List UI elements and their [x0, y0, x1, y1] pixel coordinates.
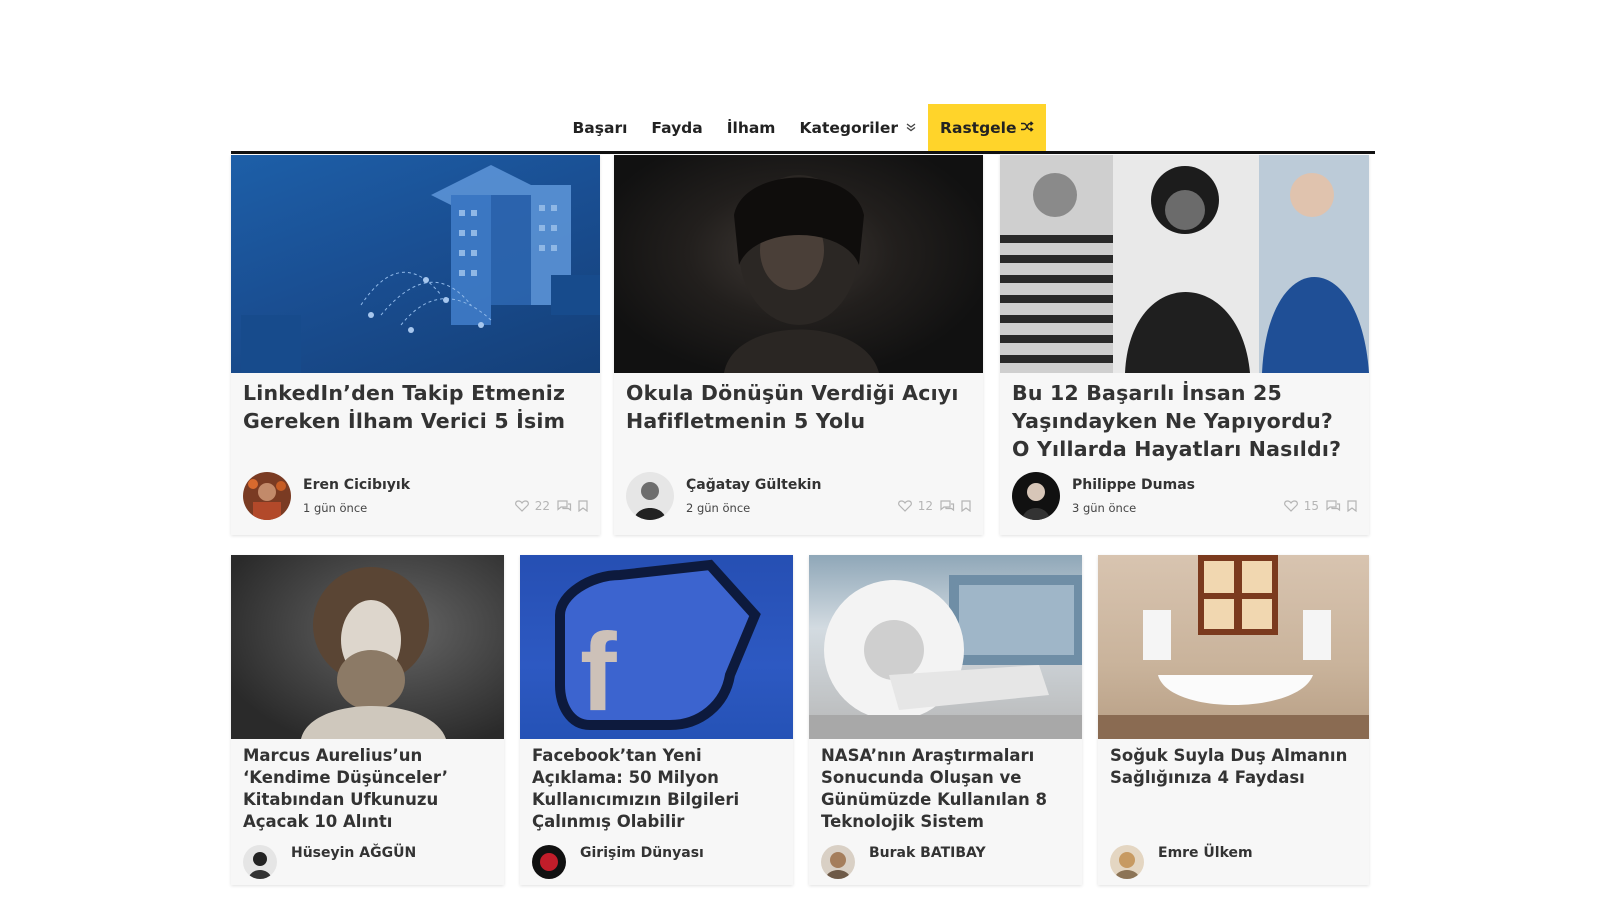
- featured-card[interactable]: Okula Dönüşün Verdiği Acıyı Hafifletmeni…: [614, 155, 983, 535]
- post-meta: 12: [897, 499, 971, 513]
- post-card[interactable]: Soğuk Suyla Duş Almanın Sağlığınıza 4 Fa…: [1098, 555, 1369, 885]
- like-count: 12: [917, 499, 933, 513]
- author-avatar[interactable]: [1110, 845, 1144, 879]
- featured-card[interactable]: LinkedIn’den Takip Etmeniz Gereken İlham…: [231, 155, 600, 535]
- post-meta: 15: [1283, 499, 1357, 513]
- post-meta: 22: [514, 499, 588, 513]
- nav-item-ilham[interactable]: İlham: [715, 104, 788, 152]
- post-date: 1 gün önce: [303, 501, 368, 515]
- comment-icon[interactable]: [1325, 500, 1341, 512]
- author-name[interactable]: Emre Ülkem: [1158, 845, 1253, 861]
- author-name[interactable]: Burak BATIBAY: [869, 845, 986, 861]
- bookmark-icon[interactable]: [578, 500, 588, 512]
- author-name[interactable]: Hüseyin AĞGÜN: [291, 845, 416, 861]
- shuffle-icon: [1020, 120, 1034, 136]
- article-title[interactable]: Okula Dönüşün Verdiği Acıyı Hafifletmeni…: [626, 379, 967, 435]
- heart-icon[interactable]: [1283, 500, 1298, 512]
- article-title[interactable]: Bu 12 Başarılı İnsan 25 Yaşındayken Ne Y…: [1012, 379, 1353, 463]
- author-name[interactable]: Eren Cicibıyık: [303, 477, 410, 493]
- heart-icon[interactable]: [514, 500, 529, 512]
- article-title[interactable]: Facebook’tan Yeni Açıklama: 50 Milyon Ku…: [532, 745, 781, 833]
- nav-item-fayda[interactable]: Fayda: [639, 104, 714, 152]
- article-image[interactable]: [809, 555, 1082, 739]
- article-image[interactable]: [1000, 155, 1369, 373]
- author-name[interactable]: Çağatay Gültekin: [686, 477, 821, 493]
- post-card[interactable]: NASA’nın Araştırmaları Sonucunda Oluşan …: [809, 555, 1082, 885]
- nav-label: Kategoriler: [799, 119, 899, 137]
- article-image[interactable]: [231, 555, 504, 739]
- author-avatar[interactable]: [821, 845, 855, 879]
- article-image[interactable]: [231, 155, 600, 373]
- bookmark-icon[interactable]: [961, 500, 971, 512]
- nav-item-basari[interactable]: Başarı: [560, 104, 639, 152]
- article-image[interactable]: [1098, 555, 1369, 739]
- nav-label: Rastgele: [940, 119, 1017, 137]
- like-count: 22: [534, 499, 550, 513]
- post-date: 2 gün önce: [686, 501, 751, 515]
- author-avatar[interactable]: [626, 472, 674, 520]
- article-image[interactable]: [614, 155, 983, 373]
- article-title[interactable]: LinkedIn’den Takip Etmeniz Gereken İlham…: [243, 379, 584, 435]
- comment-icon[interactable]: [556, 500, 572, 512]
- author-name[interactable]: Girişim Dünyası: [580, 845, 704, 861]
- featured-card[interactable]: Bu 12 Başarılı İnsan 25 Yaşındayken Ne Y…: [1000, 155, 1369, 535]
- svg-text:f: f: [580, 611, 617, 734]
- author-avatar[interactable]: [243, 472, 291, 520]
- nav-label: Başarı: [572, 119, 628, 137]
- nav-item-random[interactable]: Rastgele: [928, 104, 1046, 152]
- article-image[interactable]: f: [520, 555, 793, 739]
- nav-label: Fayda: [651, 119, 703, 137]
- heart-icon[interactable]: [897, 500, 912, 512]
- author-avatar[interactable]: [1012, 472, 1060, 520]
- main-nav: Başarı Fayda İlham Kategoriler Rastgele: [231, 104, 1375, 152]
- nav-item-kategoriler[interactable]: Kategoriler: [787, 104, 928, 152]
- author-name[interactable]: Philippe Dumas: [1072, 477, 1195, 493]
- post-card[interactable]: f Facebook’tan Yeni Açıklama: 50 Milyon …: [520, 555, 793, 885]
- article-title[interactable]: NASA’nın Araştırmaları Sonucunda Oluşan …: [821, 745, 1070, 833]
- chevron-down-icon: [906, 122, 916, 135]
- author-avatar[interactable]: [532, 845, 566, 879]
- nav-divider: [231, 151, 1375, 154]
- article-title[interactable]: Soğuk Suyla Duş Almanın Sağlığınıza 4 Fa…: [1110, 745, 1357, 789]
- nav-label: İlham: [726, 119, 776, 137]
- like-count: 15: [1303, 499, 1319, 513]
- author-avatar[interactable]: [243, 845, 277, 879]
- comment-icon[interactable]: [939, 500, 955, 512]
- post-card[interactable]: Marcus Aurelius’un ‘Kendime Düşünceler’ …: [231, 555, 504, 885]
- bookmark-icon[interactable]: [1347, 500, 1357, 512]
- article-title[interactable]: Marcus Aurelius’un ‘Kendime Düşünceler’ …: [243, 745, 492, 833]
- post-date: 3 gün önce: [1072, 501, 1137, 515]
